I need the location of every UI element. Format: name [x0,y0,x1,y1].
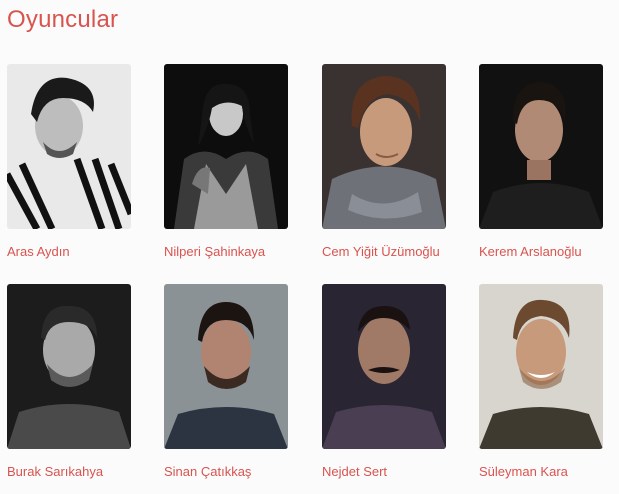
cast-card[interactable]: Cem Yiğit Üzümoğlu [322,64,447,259]
cast-card[interactable]: Burak Sarıkahya [7,284,132,479]
cast-card[interactable]: Süleyman Kara [479,284,604,479]
actor-photo[interactable] [7,64,131,229]
actor-photo[interactable] [164,284,288,449]
actor-name[interactable]: Süleyman Kara [479,464,604,479]
page-title: Oyuncular [7,6,119,33]
actor-photo[interactable] [322,64,446,229]
cast-card[interactable]: Kerem Arslanoğlu [479,64,604,259]
actor-photo[interactable] [164,64,288,229]
actor-name[interactable]: Kerem Arslanoğlu [479,244,604,259]
actor-photo[interactable] [479,64,603,229]
cast-card[interactable]: Nejdet Sert [322,284,447,479]
actor-name[interactable]: Burak Sarıkahya [7,464,132,479]
actor-photo[interactable] [479,284,603,449]
actor-name[interactable]: Sinan Çatıkkaş [164,464,289,479]
actor-photo[interactable] [7,284,131,449]
cast-card[interactable]: Sinan Çatıkkaş [164,284,289,479]
actor-name[interactable]: Cem Yiğit Üzümoğlu [322,244,447,259]
cast-card[interactable]: Nilperi Şahinkaya [164,64,289,259]
actor-name[interactable]: Aras Aydın [7,244,132,259]
cast-card[interactable]: Aras Aydın [7,64,132,259]
actor-name[interactable]: Nilperi Şahinkaya [164,244,289,259]
actor-name[interactable]: Nejdet Sert [322,464,447,479]
actor-photo[interactable] [322,284,446,449]
